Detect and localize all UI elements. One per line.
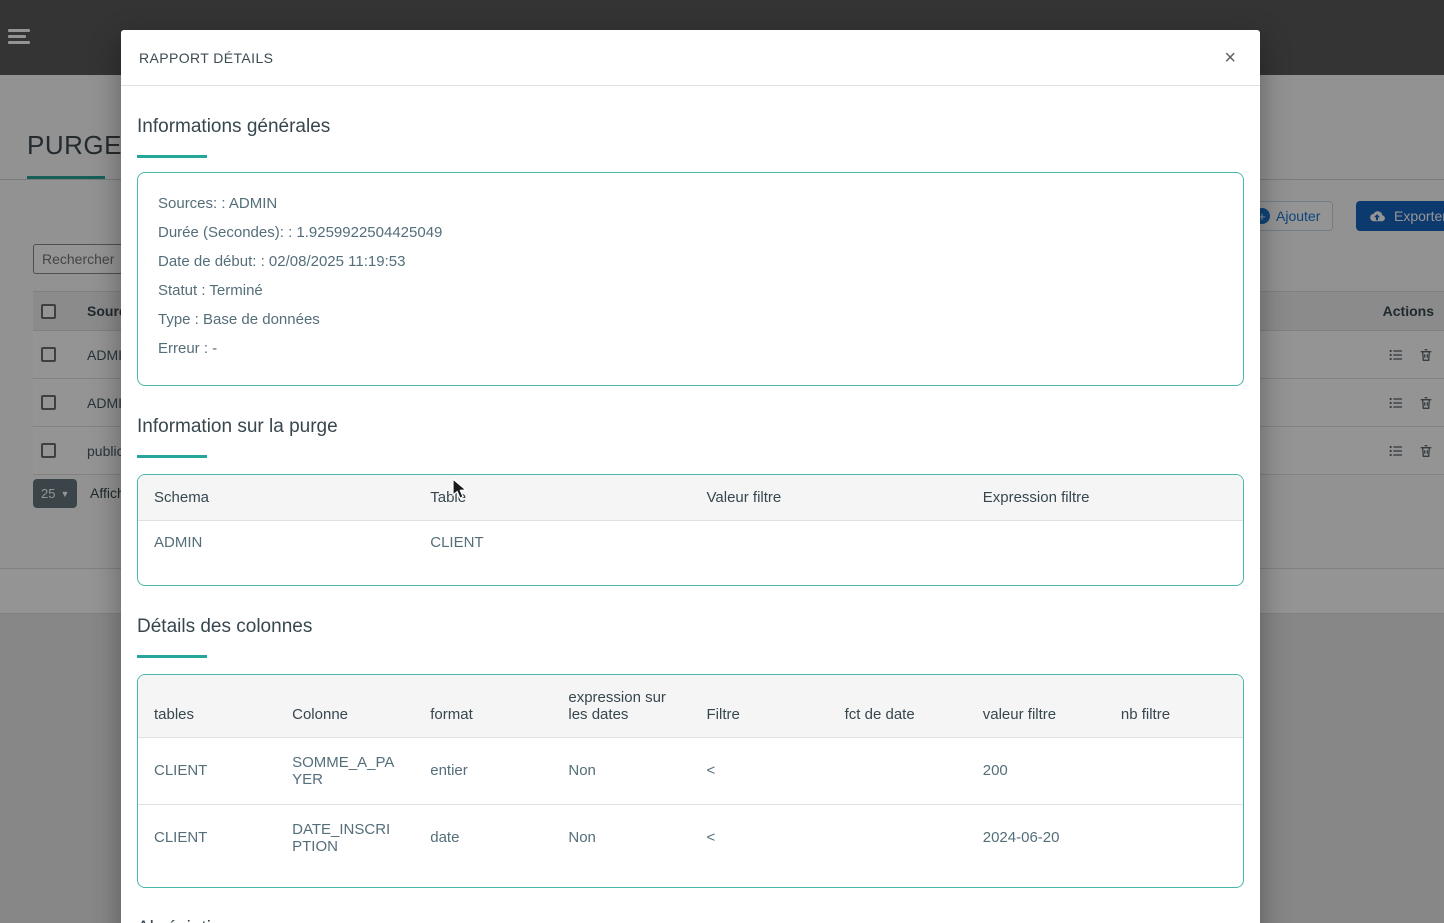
modal-header: RAPPORT DÉTAILS × xyxy=(121,30,1260,86)
col-cell: 2024-06-20 xyxy=(982,829,1060,846)
table-row: CLIENT SOMME_A_PAYER entier Non < 200 xyxy=(138,737,1243,804)
col-cell: CLIENT xyxy=(154,829,208,846)
col-header-colonne: Colonne xyxy=(276,674,415,737)
purge-header-expression-filtre: Expression filtre xyxy=(966,475,1243,521)
purge-cell: CLIENT xyxy=(430,534,484,551)
general-info-box: Sources: : ADMIN Durée (Secondes): : 1.9… xyxy=(137,172,1244,386)
info-line: Durée (Secondes): : 1.9259922504425049 xyxy=(158,224,443,241)
section-underline xyxy=(137,455,207,458)
close-icon[interactable]: × xyxy=(1218,46,1242,70)
purge-cell: ADMIN xyxy=(154,534,203,551)
general-section-title: Informations générales xyxy=(137,116,331,137)
purge-header-valeur-filtre: Valeur filtre xyxy=(690,475,967,521)
col-cell: 200 xyxy=(982,762,1008,779)
purge-table-wrapper: Schema Table Valeur filtre Expression fi… xyxy=(137,474,1244,586)
purge-cell xyxy=(967,521,1243,585)
col-header-expression-dates: expression sur les dates xyxy=(552,674,691,737)
col-cell: Non xyxy=(568,829,596,846)
col-cell: < xyxy=(706,829,716,846)
col-cell: SOMME_A_PAYER xyxy=(292,753,395,788)
purge-header-table: Table xyxy=(414,475,691,521)
col-cell xyxy=(1105,737,1243,804)
table-row: ADMIN CLIENT xyxy=(138,521,1243,585)
modal-title: RAPPORT DÉTAILS xyxy=(139,49,274,66)
section-underline xyxy=(137,654,207,658)
table-row: CLIENT DATE_INSCRIPTION date Non < 2024-… xyxy=(138,804,1243,887)
col-header-filtre: Filtre xyxy=(690,674,829,737)
purge-section-title: Information sur la purge xyxy=(137,416,338,437)
section-underline xyxy=(137,155,207,158)
info-line: Erreur : - xyxy=(158,340,218,357)
col-cell xyxy=(829,804,967,887)
col-cell: CLIENT xyxy=(154,762,208,779)
col-header-tables: tables xyxy=(138,674,277,737)
info-line: Date de début: : 02/08/2025 11:19:53 xyxy=(158,253,406,270)
columns-table-wrapper: tables Colonne format expression sur les… xyxy=(137,673,1244,888)
info-line: Sources: : ADMIN xyxy=(158,195,278,212)
col-header-fct-date: fct de date xyxy=(828,674,967,737)
col-cell xyxy=(829,737,967,804)
col-header-format: format xyxy=(414,674,553,737)
columns-section-title: Détails des colonnes xyxy=(137,615,313,637)
info-line: Statut : Terminé xyxy=(158,282,263,299)
col-cell: entier xyxy=(430,762,468,779)
purge-cell xyxy=(691,521,967,585)
col-cell xyxy=(1105,804,1243,887)
col-cell: date xyxy=(430,829,460,846)
purge-table: Schema Table Valeur filtre Expression fi… xyxy=(138,475,1243,585)
col-header-valeur-filtre: valeur filtre xyxy=(966,674,1105,737)
purge-header-schema: Schema xyxy=(138,475,415,521)
abbreviation-section-title: Abréviation xyxy=(137,918,1244,923)
col-cell: Non xyxy=(568,762,596,779)
info-line: Type : Base de données xyxy=(158,311,320,328)
rapport-details-modal: RAPPORT DÉTAILS × Informations générales… xyxy=(121,30,1260,923)
col-cell: DATE_INSCRIPTION xyxy=(292,820,391,855)
col-header-nb-filtre: nb filtre xyxy=(1104,674,1243,737)
columns-table: tables Colonne format expression sur les… xyxy=(138,674,1243,887)
col-cell: < xyxy=(706,762,716,779)
